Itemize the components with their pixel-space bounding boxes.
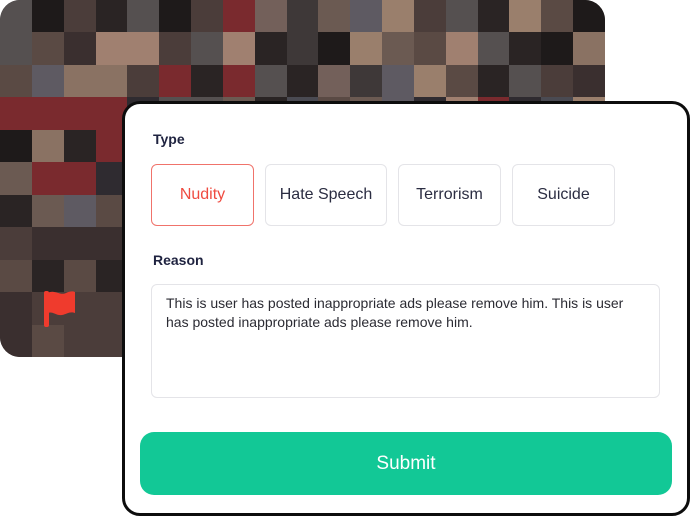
type-chip-hate-speech[interactable]: Hate Speech xyxy=(265,164,387,226)
mosaic-tile xyxy=(63,64,96,98)
mosaic-tile xyxy=(573,0,605,33)
mosaic-tile xyxy=(127,64,160,98)
mosaic-tile xyxy=(413,64,446,98)
mosaic-tile xyxy=(254,32,287,65)
mosaic-tile xyxy=(0,324,32,357)
mosaic-tile xyxy=(95,64,128,98)
type-chip-nudity[interactable]: Nudity xyxy=(151,164,254,226)
mosaic-tile xyxy=(222,0,255,33)
mosaic-tile xyxy=(63,32,96,65)
mosaic-tile xyxy=(31,0,64,33)
mosaic-tile xyxy=(573,64,605,98)
mosaic-tile xyxy=(350,32,383,65)
mosaic-tile xyxy=(63,162,96,195)
mosaic-tile xyxy=(95,32,128,65)
mosaic-tile xyxy=(0,0,32,33)
mosaic-tile xyxy=(222,32,255,65)
mosaic-tile xyxy=(477,0,510,33)
mosaic-tile xyxy=(318,64,351,98)
mosaic-tile xyxy=(63,324,96,357)
mosaic-tile xyxy=(318,32,351,65)
mosaic-tile xyxy=(286,64,319,98)
mosaic-tile xyxy=(31,32,64,65)
mosaic-tile xyxy=(0,64,32,98)
mosaic-tile xyxy=(159,0,192,33)
mosaic-tile xyxy=(350,0,383,33)
mosaic-tile xyxy=(31,97,64,130)
mosaic-tile xyxy=(318,0,351,33)
mosaic-tile xyxy=(477,64,510,98)
mosaic-tile xyxy=(0,292,32,325)
mosaic-tile xyxy=(350,64,383,98)
mosaic-tile xyxy=(541,64,574,98)
mosaic-tile xyxy=(413,32,446,65)
mosaic-tile xyxy=(31,324,64,357)
mosaic-tile xyxy=(445,32,478,65)
mosaic-tile xyxy=(573,32,605,65)
mosaic-tile xyxy=(0,227,32,260)
mosaic-tile xyxy=(159,64,192,98)
mosaic-tile xyxy=(445,0,478,33)
reason-heading: Reason xyxy=(153,252,204,268)
mosaic-tile xyxy=(0,259,32,293)
mosaic-tile xyxy=(191,0,223,33)
mosaic-tile xyxy=(191,32,223,65)
mosaic-tile xyxy=(0,97,32,130)
mosaic-tile xyxy=(382,32,414,65)
mosaic-tile xyxy=(445,64,478,98)
type-chip-suicide[interactable]: Suicide xyxy=(512,164,615,226)
mosaic-tile xyxy=(0,129,32,163)
mosaic-tile xyxy=(509,0,542,33)
mosaic-tile xyxy=(509,32,542,65)
report-flag-button[interactable] xyxy=(38,287,80,329)
mosaic-tile xyxy=(63,227,96,260)
mosaic-tile xyxy=(127,0,160,33)
mosaic-tile xyxy=(63,129,96,163)
mosaic-tile xyxy=(382,64,414,98)
flag-icon xyxy=(44,291,75,327)
mosaic-tile xyxy=(31,64,64,98)
type-heading: Type xyxy=(153,131,185,147)
mosaic-tile xyxy=(191,64,223,98)
mosaic-tile xyxy=(31,194,64,228)
mosaic-tile xyxy=(477,32,510,65)
mosaic-tile xyxy=(509,64,542,98)
mosaic-tile xyxy=(541,0,574,33)
mosaic-tile xyxy=(31,227,64,260)
mosaic-tile xyxy=(95,0,128,33)
mosaic-tile xyxy=(254,0,287,33)
mosaic-tile xyxy=(31,129,64,163)
mosaic-tile xyxy=(0,32,32,65)
mosaic-tile xyxy=(31,162,64,195)
mosaic-tile xyxy=(63,0,96,33)
mosaic-tile xyxy=(286,32,319,65)
mosaic-tile xyxy=(0,162,32,195)
mosaic-tile xyxy=(0,194,32,228)
mosaic-tile xyxy=(159,32,192,65)
mosaic-tile xyxy=(127,32,160,65)
type-chip-terrorism[interactable]: Terrorism xyxy=(398,164,501,226)
report-dialog: Type Nudity Hate Speech Terrorism Suicid… xyxy=(122,101,690,516)
mosaic-tile xyxy=(541,32,574,65)
reason-textarea[interactable]: This is user has posted inappropriate ad… xyxy=(151,284,660,398)
mosaic-tile xyxy=(222,64,255,98)
mosaic-tile xyxy=(63,194,96,228)
mosaic-tile xyxy=(382,0,414,33)
mosaic-tile xyxy=(286,0,319,33)
mosaic-tile xyxy=(63,97,96,130)
mosaic-tile xyxy=(413,0,446,33)
submit-button[interactable]: Submit xyxy=(140,432,672,495)
mosaic-tile xyxy=(254,64,287,98)
